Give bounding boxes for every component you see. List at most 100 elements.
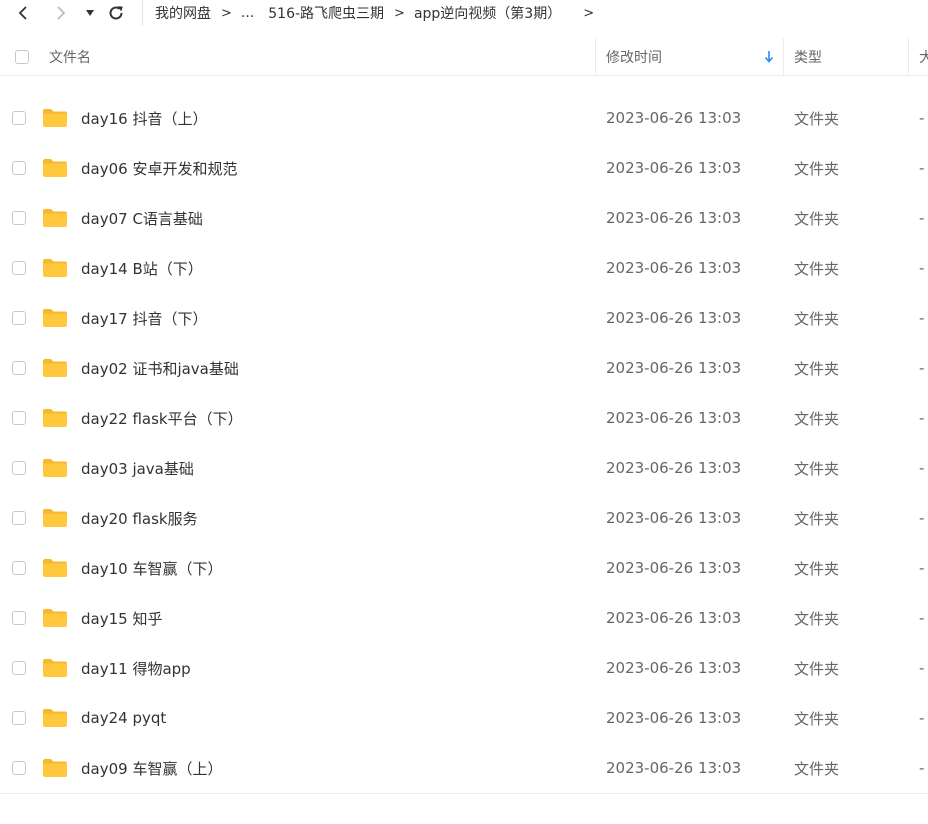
file-size: - <box>919 259 925 277</box>
row-checkbox[interactable] <box>12 711 26 725</box>
modified-time: 2023-06-26 13:03 <box>606 759 742 777</box>
row-checkbox[interactable] <box>12 411 26 425</box>
modified-time: 2023-06-26 13:03 <box>606 309 742 327</box>
modified-time: 2023-06-26 13:03 <box>606 659 742 677</box>
row-checkbox[interactable] <box>12 611 26 625</box>
file-size: - <box>919 359 925 377</box>
table-row[interactable]: day02 证书和java基础 2023-06-26 13:03 文件夹 - <box>0 343 928 393</box>
history-dropdown-button[interactable] <box>82 0 98 26</box>
folder-icon <box>43 359 67 377</box>
file-name[interactable]: day17 抖音（下） <box>81 293 207 343</box>
table-row[interactable]: day24 pyqt 2023-06-26 13:03 文件夹 - <box>0 693 928 743</box>
row-checkbox-cell <box>12 243 26 293</box>
row-checkbox[interactable] <box>12 461 26 475</box>
table-row[interactable]: day14 B站（下） 2023-06-26 13:03 文件夹 - <box>0 243 928 293</box>
folder-icon <box>43 409 67 427</box>
file-name[interactable]: day09 车智赢（上） <box>81 743 222 793</box>
row-checkbox[interactable] <box>12 761 26 775</box>
file-size: - <box>919 409 925 427</box>
file-name[interactable]: day24 pyqt <box>81 693 166 743</box>
row-checkbox[interactable] <box>12 211 26 225</box>
table-row[interactable]: day11 得物app 2023-06-26 13:03 文件夹 - <box>0 643 928 693</box>
table-row[interactable]: day22 flask平台（下） 2023-06-26 13:03 文件夹 - <box>0 393 928 443</box>
select-all-cell <box>15 38 29 75</box>
file-size: - <box>919 159 925 177</box>
column-divider[interactable] <box>783 38 784 75</box>
row-checkbox[interactable] <box>12 311 26 325</box>
row-checkbox[interactable] <box>12 661 26 675</box>
file-name[interactable]: day06 安卓开发和规范 <box>81 143 237 193</box>
folder-icon <box>43 209 67 227</box>
table-row[interactable]: day07 C语言基础 2023-06-26 13:03 文件夹 - <box>0 193 928 243</box>
row-checkbox-cell <box>12 193 26 243</box>
file-name[interactable]: day20 flask服务 <box>81 493 198 543</box>
row-checkbox[interactable] <box>12 511 26 525</box>
refresh-icon <box>109 6 123 20</box>
row-checkbox[interactable] <box>12 561 26 575</box>
column-header-type[interactable]: 类型 <box>794 38 822 75</box>
row-checkbox[interactable] <box>12 361 26 375</box>
modified-time: 2023-06-26 13:03 <box>606 509 742 527</box>
row-checkbox-cell <box>12 693 26 743</box>
folder-icon-cell <box>42 593 68 643</box>
back-button[interactable] <box>12 0 34 26</box>
column-divider[interactable] <box>908 38 909 75</box>
file-size: - <box>919 609 925 627</box>
breadcrumb-separator: > <box>394 5 405 21</box>
select-all-checkbox[interactable] <box>15 49 29 64</box>
folder-icon-cell <box>42 93 68 143</box>
table-row[interactable]: day20 flask服务 2023-06-26 13:03 文件夹 - <box>0 493 928 543</box>
file-size: - <box>919 459 925 477</box>
row-checkbox-cell <box>12 143 26 193</box>
table-row[interactable]: day15 知乎 2023-06-26 13:03 文件夹 - <box>0 593 928 643</box>
file-list-header: 文件名 修改时间 类型 大 <box>0 38 928 76</box>
table-row[interactable]: day09 车智赢（上） 2023-06-26 13:03 文件夹 - <box>0 743 928 793</box>
row-checkbox-cell <box>12 393 26 443</box>
folder-icon <box>43 609 67 627</box>
file-type: 文件夹 <box>794 609 840 628</box>
row-checkbox[interactable] <box>12 261 26 275</box>
file-type: 文件夹 <box>794 359 840 378</box>
folder-icon-cell <box>42 343 68 393</box>
table-row[interactable]: day03 java基础 2023-06-26 13:03 文件夹 - <box>0 443 928 493</box>
row-checkbox[interactable] <box>12 161 26 175</box>
file-name[interactable]: day11 得物app <box>81 643 191 693</box>
partial-row-above <box>44 76 164 78</box>
row-checkbox-cell <box>12 643 26 693</box>
table-row[interactable]: day10 车智赢（下） 2023-06-26 13:03 文件夹 - <box>0 543 928 593</box>
file-name[interactable]: day03 java基础 <box>81 443 194 493</box>
file-name[interactable]: day07 C语言基础 <box>81 193 203 243</box>
folder-icon-cell <box>42 443 68 493</box>
table-row[interactable]: day16 抖音（上） 2023-06-26 13:03 文件夹 - <box>0 93 928 143</box>
file-type: 文件夹 <box>794 659 840 678</box>
file-size: - <box>919 109 925 127</box>
file-name[interactable]: day15 知乎 <box>81 593 162 643</box>
breadcrumb-item-root[interactable]: 我的网盘 <box>155 3 211 23</box>
refresh-button[interactable] <box>104 0 128 26</box>
file-name[interactable]: day10 车智赢（下） <box>81 543 222 593</box>
column-header-name[interactable]: 文件名 <box>49 38 91 75</box>
modified-time: 2023-06-26 13:03 <box>606 609 742 627</box>
row-checkbox[interactable] <box>12 111 26 125</box>
forward-button[interactable] <box>50 0 72 26</box>
column-divider[interactable] <box>595 38 596 75</box>
breadcrumb-item-ellipsis[interactable]: ... <box>241 5 254 21</box>
breadcrumb-item-current[interactable]: app逆向视频（第3期） <box>414 3 561 23</box>
table-row[interactable]: day06 安卓开发和规范 2023-06-26 13:03 文件夹 - <box>0 143 928 193</box>
file-name[interactable]: day02 证书和java基础 <box>81 343 239 393</box>
file-size: - <box>919 559 925 577</box>
file-type: 文件夹 <box>794 209 840 228</box>
file-name[interactable]: day16 抖音（上） <box>81 93 207 143</box>
modified-time: 2023-06-26 13:03 <box>606 559 742 577</box>
column-header-modified[interactable]: 修改时间 <box>606 38 782 75</box>
modified-time: 2023-06-26 13:03 <box>606 109 742 127</box>
arrow-down-icon <box>764 51 774 63</box>
file-size: - <box>919 209 925 227</box>
breadcrumb-item-parent[interactable]: 516-路飞爬虫三期 <box>268 3 384 23</box>
file-list: day16 抖音（上） 2023-06-26 13:03 文件夹 - day06… <box>0 76 928 794</box>
file-name[interactable]: day22 flask平台（下） <box>81 393 243 443</box>
modified-time: 2023-06-26 13:03 <box>606 409 742 427</box>
file-name[interactable]: day14 B站（下） <box>81 243 203 293</box>
table-row[interactable]: day17 抖音（下） 2023-06-26 13:03 文件夹 - <box>0 293 928 343</box>
column-header-size[interactable]: 大 <box>919 38 928 75</box>
